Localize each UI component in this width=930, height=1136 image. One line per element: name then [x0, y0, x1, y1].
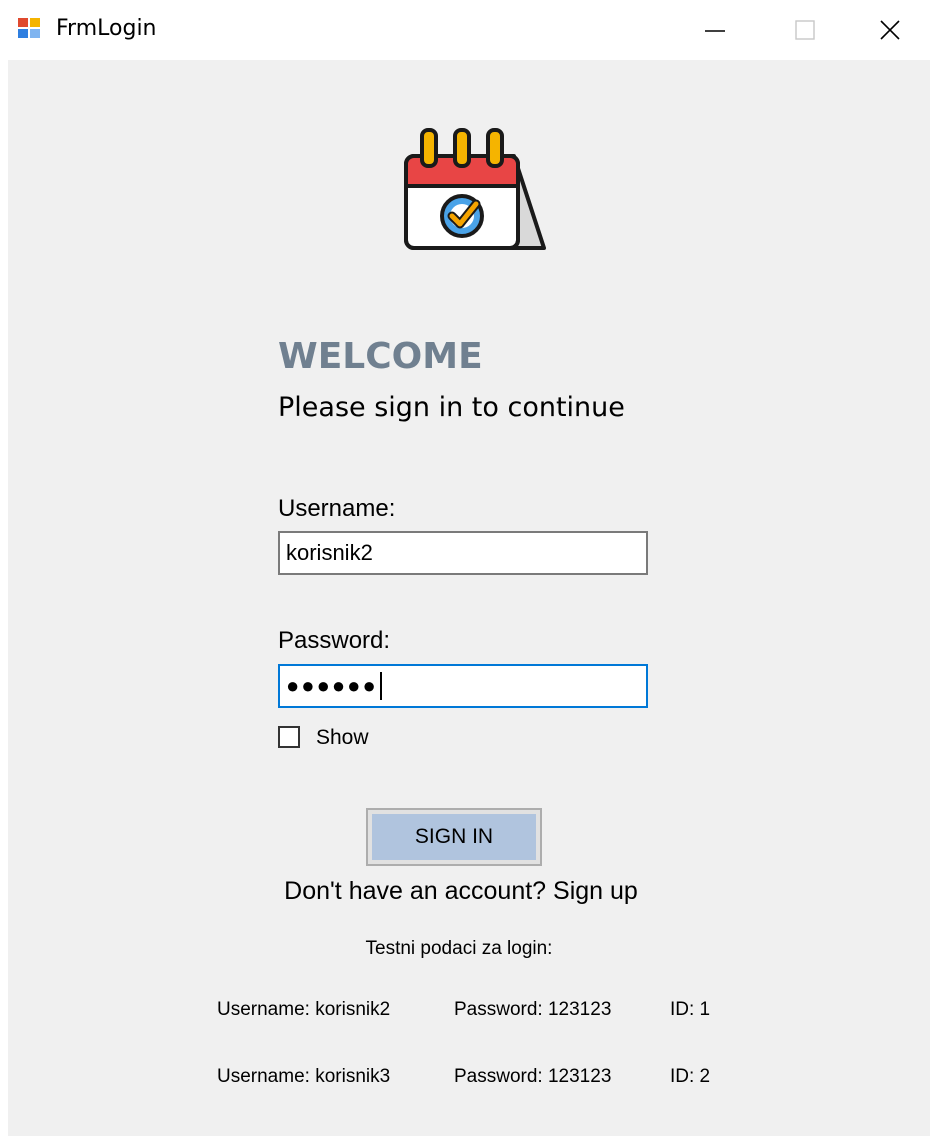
- minimize-button[interactable]: [670, 0, 760, 60]
- username-input[interactable]: [278, 531, 648, 575]
- sign-in-button-frame[interactable]: SIGN IN: [366, 808, 542, 866]
- test-password: Password: 123123: [454, 1066, 612, 1087]
- text-caret: [379, 672, 382, 700]
- welcome-heading: WELCOME: [278, 336, 483, 377]
- test-username: Username: korisnik3: [217, 1066, 391, 1087]
- sign-in-button[interactable]: SIGN IN: [372, 814, 536, 860]
- close-button[interactable]: [850, 0, 930, 60]
- calendar-check-icon: [404, 128, 546, 250]
- sign-in-subtitle: Please sign in to continue: [278, 392, 625, 423]
- sign-up-link[interactable]: Don't have an account? Sign up: [8, 877, 914, 906]
- test-password: Password: 123123: [454, 999, 612, 1020]
- minimize-icon: [705, 30, 725, 32]
- test-data-heading: Testni podaci za login:: [365, 938, 553, 959]
- username-label: Username:: [278, 495, 396, 522]
- app-icon: [18, 18, 40, 38]
- close-icon: [880, 20, 900, 40]
- window-title: FrmLogin: [56, 16, 157, 41]
- test-id: ID: 1: [670, 999, 711, 1020]
- login-window: FrmLogin WELCOME Please sign in to conti…: [0, 0, 930, 1136]
- test-username: Username: korisnik2: [217, 999, 391, 1020]
- show-password-checkbox[interactable]: [278, 726, 300, 748]
- maximize-icon: [795, 20, 815, 40]
- form-client-area: WELCOME Please sign in to continue Usern…: [8, 60, 930, 1136]
- maximize-button[interactable]: [760, 0, 850, 60]
- test-id: ID: 2: [670, 1066, 711, 1087]
- password-masked-value: ●●●●●●: [286, 673, 378, 698]
- show-password-label[interactable]: Show: [316, 726, 369, 750]
- title-bar[interactable]: FrmLogin: [0, 0, 930, 60]
- password-label: Password:: [278, 627, 391, 654]
- password-input[interactable]: ●●●●●●: [278, 664, 648, 708]
